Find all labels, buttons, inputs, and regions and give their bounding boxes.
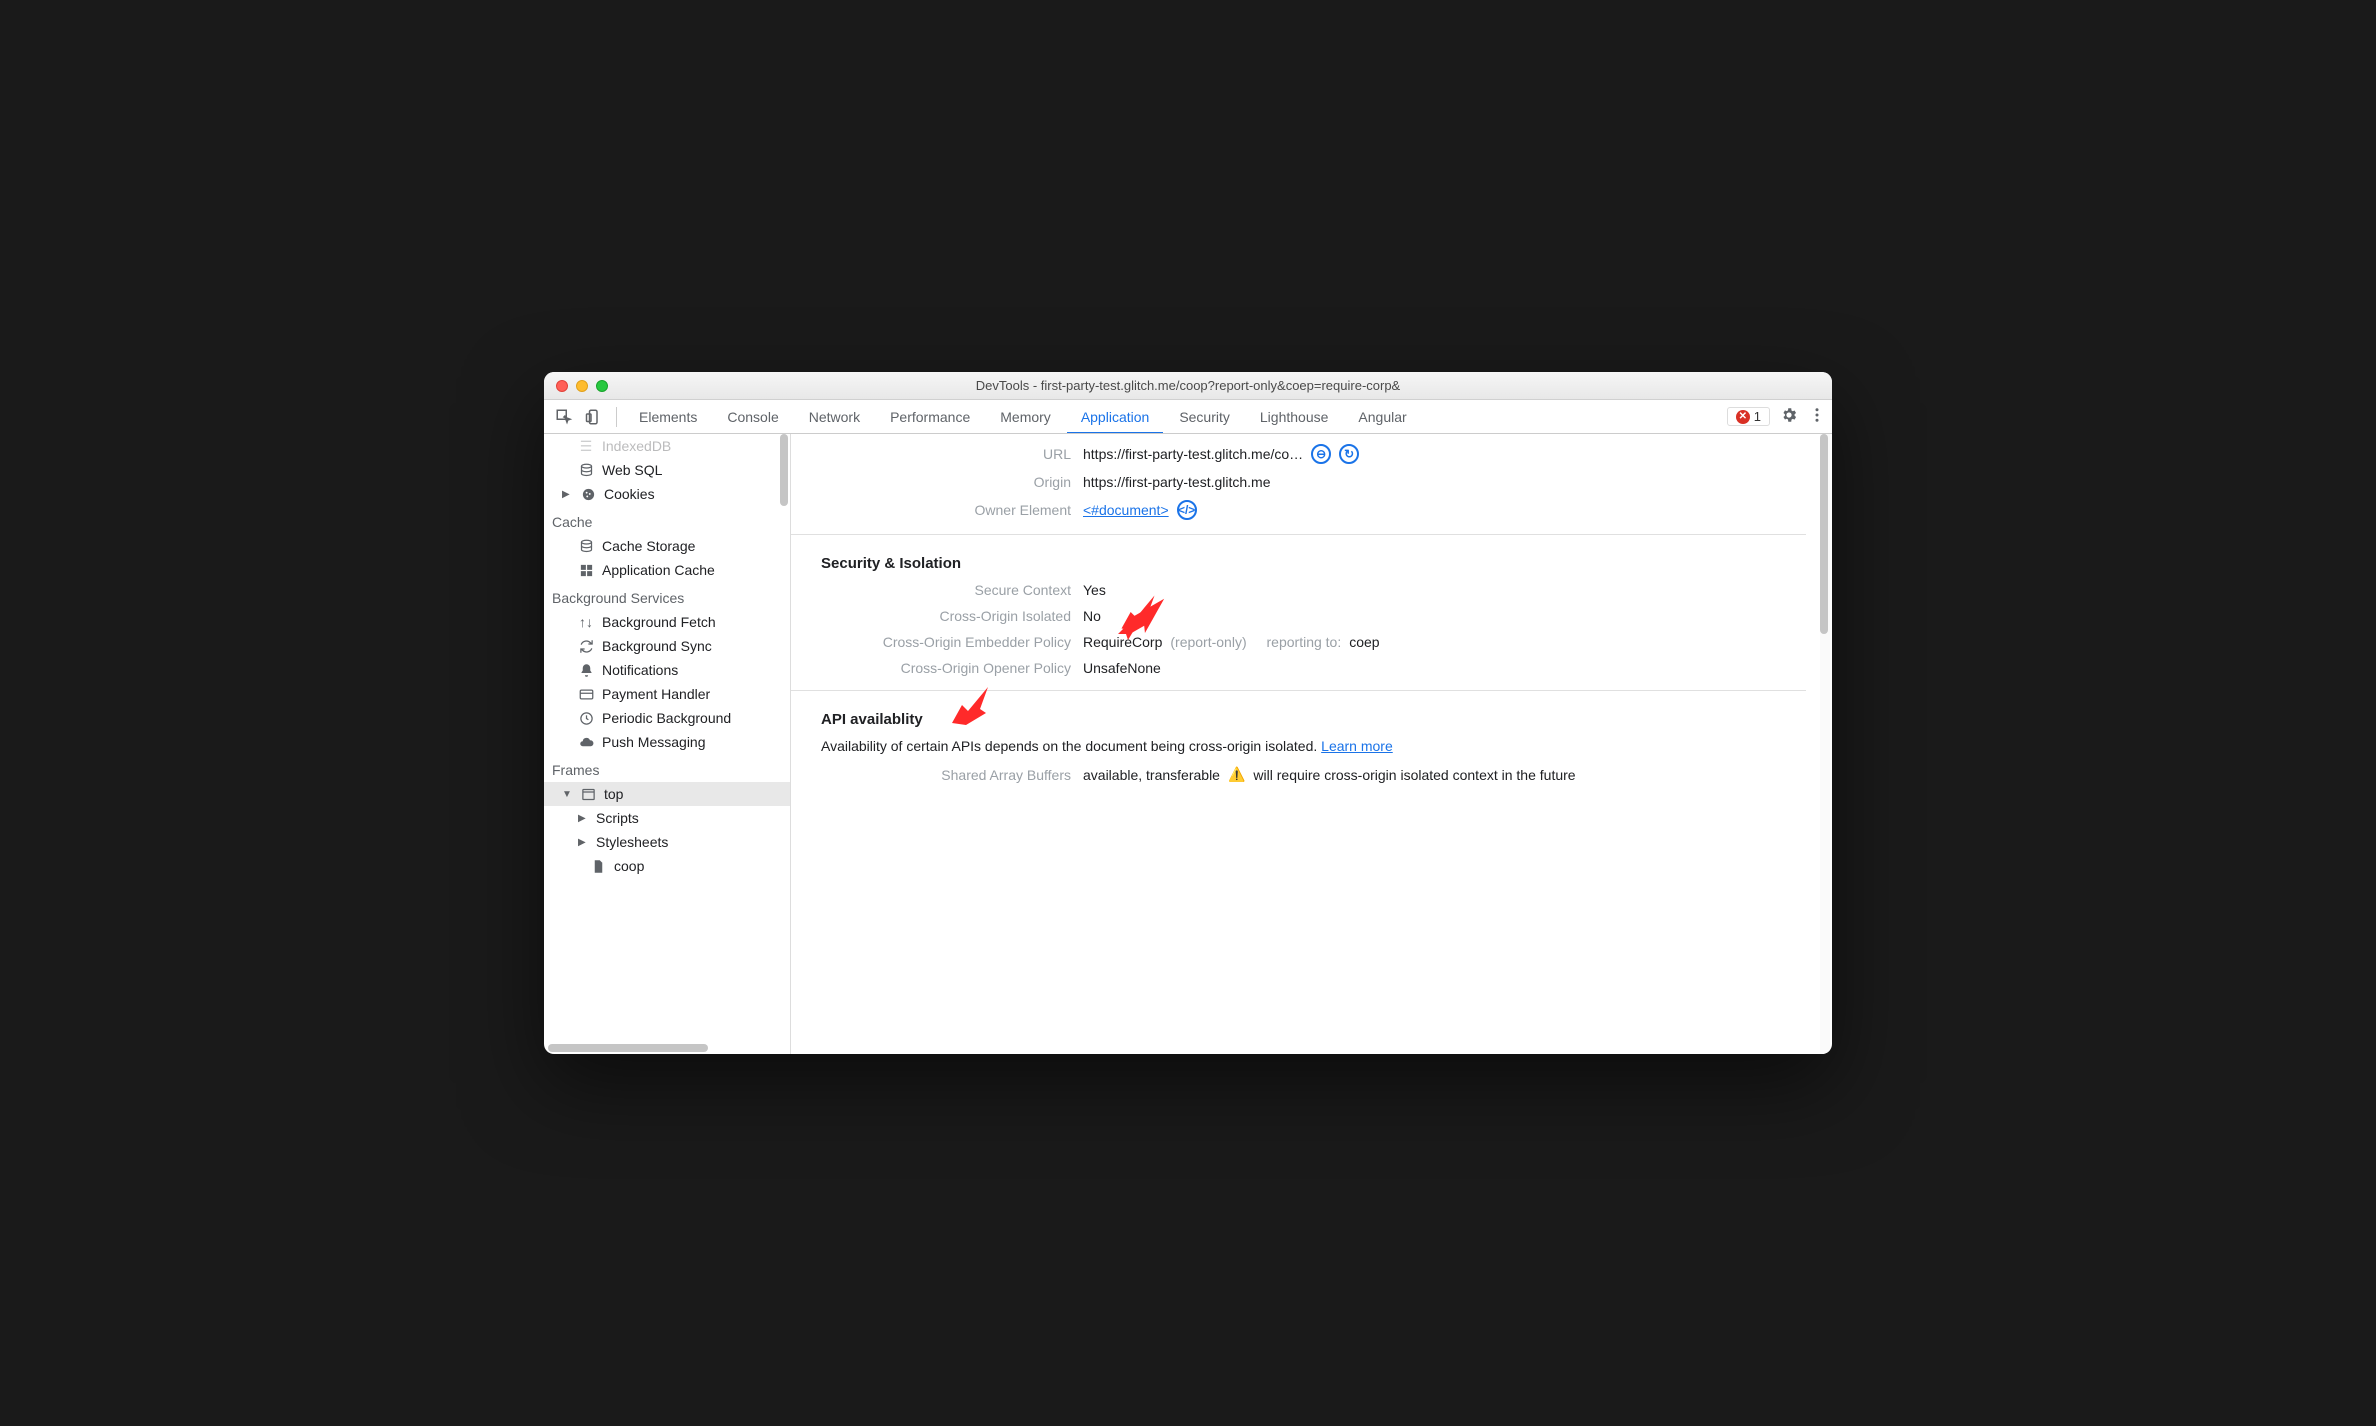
sidebar-item-bg-sync[interactable]: Background Sync — [544, 634, 790, 658]
clock-icon — [578, 710, 594, 726]
devtools-window: DevTools - first-party-test.glitch.me/co… — [544, 372, 1832, 1054]
coep-value: RequireCorp (report-only) reporting to: … — [1083, 634, 1380, 650]
content-pane: URL https://first-party-test.glitch.me/c… — [791, 434, 1832, 1054]
sidebar-group-frames: Frames — [544, 754, 790, 782]
cookie-icon — [580, 486, 596, 502]
inspect-element-icon[interactable] — [550, 404, 578, 430]
tab-performance[interactable]: Performance — [876, 400, 984, 434]
coep-label: Cross-Origin Embedder Policy — [791, 634, 1071, 650]
sab-value: available, transferable ⚠️ will require … — [1083, 766, 1576, 783]
zoom-icon[interactable] — [596, 380, 608, 392]
coi-value: No — [1083, 608, 1101, 624]
cloud-icon — [578, 734, 594, 750]
sidebar-item-scripts[interactable]: ▶ Scripts — [544, 806, 790, 830]
sidebar-item-app-cache[interactable]: Application Cache — [544, 558, 790, 582]
tab-security[interactable]: Security — [1165, 400, 1244, 434]
card-icon — [578, 686, 594, 702]
inspect-icon[interactable]: </> — [1177, 500, 1197, 520]
sidebar-item-websql[interactable]: Web SQL — [544, 458, 790, 482]
sidebar-group-cache: Cache — [544, 506, 790, 534]
sidebar-item-top[interactable]: ▼ top — [544, 782, 790, 806]
sidebar-item-notifications[interactable]: Notifications — [544, 658, 790, 682]
error-count-badge[interactable]: ✕ 1 — [1727, 407, 1770, 426]
origin-value: https://first-party-test.glitch.me — [1083, 474, 1271, 490]
secure-context-value: Yes — [1083, 582, 1106, 598]
sidebar-item-bg-fetch[interactable]: ↑↓ Background Fetch — [544, 610, 790, 634]
sidebar-item-push[interactable]: Push Messaging — [544, 730, 790, 754]
tab-angular[interactable]: Angular — [1344, 400, 1420, 434]
sync-icon — [578, 638, 594, 654]
storage-icon — [578, 538, 594, 554]
file-icon — [590, 858, 606, 874]
secure-context-label: Secure Context — [791, 582, 1071, 598]
device-toolbar-icon[interactable] — [580, 404, 608, 430]
copy-icon[interactable]: ⊖ — [1311, 444, 1331, 464]
scrollbar-thumb[interactable] — [1820, 434, 1828, 634]
main-area: ☰ IndexedDB Web SQL ▶ Cookies Cache — [544, 434, 1832, 1054]
origin-label: Origin — [791, 474, 1071, 490]
tab-network[interactable]: Network — [795, 400, 874, 434]
sidebar-item-cache-storage[interactable]: Cache Storage — [544, 534, 790, 558]
tabbar: Elements Console Network Performance Mem… — [544, 400, 1832, 434]
owner-label: Owner Element — [791, 502, 1071, 518]
section-security-title: Security & Isolation — [821, 555, 1806, 572]
more-icon[interactable] — [1808, 406, 1826, 427]
scrollbar-track[interactable] — [1820, 434, 1830, 1054]
database-icon: ☰ — [578, 438, 594, 454]
coi-label: Cross-Origin Isolated — [791, 608, 1071, 624]
owner-element-link[interactable]: <#document> — [1083, 502, 1169, 518]
tab-lighthouse[interactable]: Lighthouse — [1246, 400, 1343, 434]
database-icon — [578, 462, 594, 478]
scrollbar-thumb[interactable] — [780, 434, 788, 506]
bell-icon — [578, 662, 594, 678]
sidebar: ☰ IndexedDB Web SQL ▶ Cookies Cache — [544, 434, 791, 1054]
tab-elements[interactable]: Elements — [625, 400, 711, 434]
url-label: URL — [791, 446, 1071, 462]
minimize-icon[interactable] — [576, 380, 588, 392]
sidebar-item-cookies[interactable]: ▶ Cookies — [544, 482, 790, 506]
grid-icon — [578, 562, 594, 578]
error-count: 1 — [1754, 409, 1761, 424]
scrollbar-horizontal[interactable] — [548, 1044, 708, 1052]
sidebar-item-coop[interactable]: coop — [544, 854, 790, 878]
api-description: Availability of certain APIs depends on … — [821, 738, 1806, 754]
window-icon — [580, 786, 596, 802]
settings-icon[interactable] — [1780, 406, 1798, 427]
refresh-icon[interactable]: ↻ — [1339, 444, 1359, 464]
coop-value: UnsafeNone — [1083, 660, 1161, 676]
sidebar-item-stylesheets[interactable]: ▶ Stylesheets — [544, 830, 790, 854]
coop-label: Cross-Origin Opener Policy — [791, 660, 1071, 676]
tab-application[interactable]: Application — [1067, 400, 1164, 434]
titlebar: DevTools - first-party-test.glitch.me/co… — [544, 372, 1832, 400]
sidebar-item-payment[interactable]: Payment Handler — [544, 682, 790, 706]
sidebar-item-periodic[interactable]: Periodic Background — [544, 706, 790, 730]
section-api-title: API availablity — [821, 711, 1806, 728]
error-icon: ✕ — [1736, 410, 1750, 424]
tab-console[interactable]: Console — [713, 400, 792, 434]
arrows-icon: ↑↓ — [578, 614, 594, 630]
warning-icon: ⚠️ — [1228, 766, 1245, 783]
url-value: https://first-party-test.glitch.me/co… ⊖… — [1083, 444, 1359, 464]
sab-label: Shared Array Buffers — [791, 767, 1071, 783]
sidebar-item-indexeddb[interactable]: ☰ IndexedDB — [544, 434, 790, 458]
tab-memory[interactable]: Memory — [986, 400, 1065, 434]
close-icon[interactable] — [556, 380, 568, 392]
window-title: DevTools - first-party-test.glitch.me/co… — [544, 378, 1832, 393]
learn-more-link[interactable]: Learn more — [1321, 738, 1393, 754]
sidebar-group-bg: Background Services — [544, 582, 790, 610]
